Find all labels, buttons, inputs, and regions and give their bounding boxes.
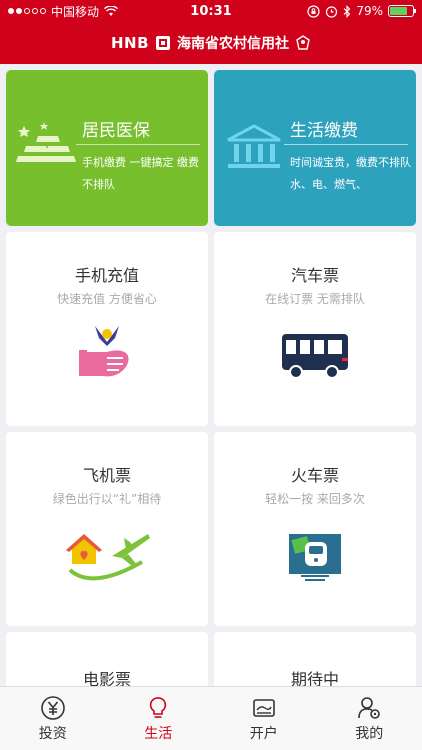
tile-title: 汽车票	[290, 266, 339, 285]
tab-label: 我的	[355, 725, 384, 742]
bank-building-icon	[227, 124, 281, 168]
card-title: 居民医保	[82, 121, 150, 141]
user-settings-icon	[358, 696, 381, 719]
tile-subtitle: 快速充值 方便省心	[57, 292, 157, 306]
status-bar: 中国移动 10:31 79%	[0, 0, 422, 22]
mobile-recharge-tile[interactable]: 手机充值 快速充值 方便省心	[6, 232, 208, 426]
coming-soon-tile[interactable]: 期待中	[214, 632, 416, 686]
tab-label: 开户	[249, 725, 278, 742]
app-header: 中国移动 10:31 79% HNB 海南省农村信用社	[0, 0, 422, 64]
bus-icon	[282, 334, 348, 379]
tile-title: 电影票	[82, 670, 131, 686]
yen-circle-icon	[40, 695, 65, 720]
tile-title: 手机充值	[74, 266, 139, 285]
battery-icon	[388, 5, 416, 17]
tab-label: 生活	[144, 725, 173, 742]
status-time: 10:31	[190, 4, 232, 19]
flight-ticket-tile[interactable]: 飞机票 绿色出行以“礼”相待	[6, 432, 208, 626]
tile-subtitle: 绿色出行以“礼”相待	[52, 492, 162, 506]
lightbulb-icon	[150, 696, 167, 718]
medical-insurance-card[interactable]: 居民医保 手机缴费 一键搞定 缴费不排队	[6, 70, 208, 226]
tab-bar: 投资 生活 开户 我的	[0, 686, 422, 750]
tab-mine[interactable]: 我的	[317, 687, 422, 750]
brand-logo-text: HNB	[110, 34, 150, 52]
card-title: 生活缴费	[290, 121, 358, 141]
tab-label: 投资	[38, 725, 67, 742]
tab-open-account[interactable]: 开户	[211, 687, 317, 750]
tile-title: 期待中	[290, 670, 339, 686]
tile-subtitle: 在线订票 无需排队	[265, 292, 365, 306]
gold-bars-icon	[16, 122, 76, 162]
tile-title: 飞机票	[82, 466, 131, 485]
title-bar: HNB 海南省农村信用社	[0, 22, 422, 64]
tab-invest[interactable]: 投资	[0, 687, 106, 750]
utility-payment-card[interactable]: 生活缴费 时间诚宝贵，缴费不排队 水、电、燃气、	[214, 70, 416, 226]
card-description: 时间诚宝贵，缴费不排队 水、电、燃气、	[290, 156, 411, 191]
bank-logo-icon	[156, 36, 171, 50]
movie-ticket-tile[interactable]: 电影票	[6, 632, 208, 686]
tile-subtitle: 轻松一按 来回多次	[265, 492, 365, 506]
hand-coin-icon	[79, 326, 129, 377]
card-description: 手机缴费 一键搞定 缴费不排队	[82, 156, 199, 191]
main-content: 居民医保 手机缴费 一键搞定 缴费不排队 生活缴费 时间诚宝贵，缴费不排队 水、…	[0, 64, 422, 686]
tile-title: 火车票	[290, 466, 339, 485]
emblem-icon	[296, 35, 310, 50]
house-plane-icon	[66, 534, 150, 581]
bank-name: 海南省农村信用社	[177, 36, 290, 52]
bus-ticket-tile[interactable]: 汽车票 在线订票 无需排队	[214, 232, 416, 426]
train-icon	[289, 534, 341, 581]
train-ticket-tile[interactable]: 火车票 轻松一按 来回多次	[214, 432, 416, 626]
tab-life[interactable]: 生活	[106, 687, 212, 750]
card-icon	[252, 698, 275, 717]
